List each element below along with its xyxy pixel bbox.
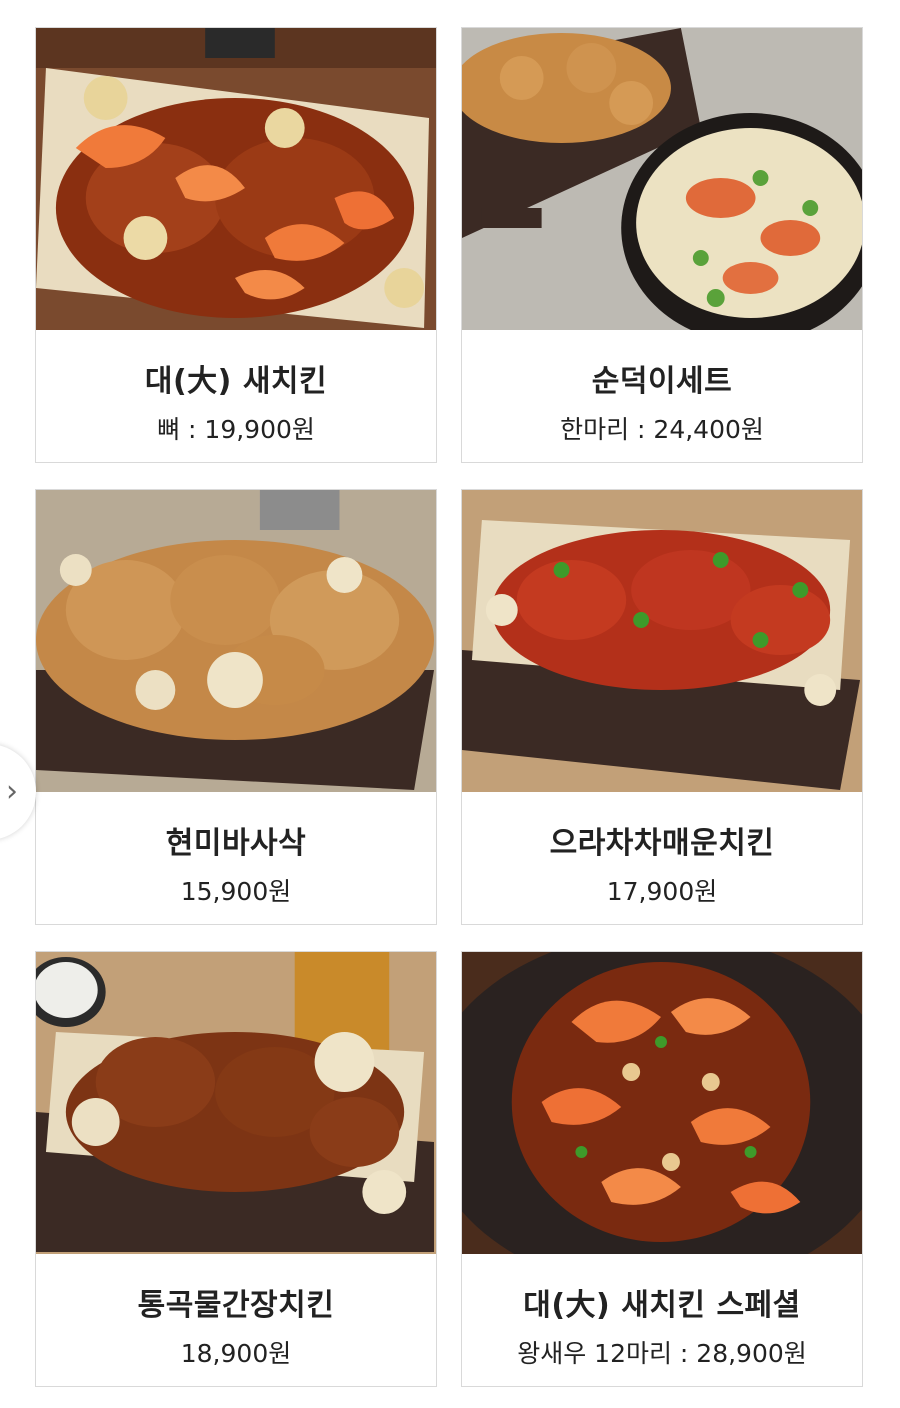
spicy-chicken-box-photo (462, 490, 862, 792)
menu-card[interactable]: 현미바사삭 15,900원 (35, 489, 437, 925)
menu-item-name: 대(大) 새치킨 스페셜 (523, 1288, 801, 1323)
shrimp-chicken-plate-photo (462, 952, 862, 1254)
menu-card[interactable]: 으라차차매운치킨 17,900원 (461, 489, 863, 925)
menu-grid: 대(大) 새치킨 뼈 : 19,900원 순덕이세트 한마리: 24,400원… (0, 0, 900, 1408)
chevron-right-icon: › (6, 774, 18, 809)
menu-item-name: 대(大) 새치킨 (144, 364, 328, 399)
crispy-fried-chicken-box-photo (36, 490, 436, 792)
menu-card-info: 대(大) 새치킨 뼈 : 19,900원 (36, 330, 436, 462)
menu-card[interactable]: 대(大) 새치킨 스페셜 왕새우 12마리 : 28,900원 (461, 951, 863, 1387)
menu-card[interactable]: 통곡물간장치킨 18,900원 (35, 951, 437, 1387)
menu-item-name: 현미바사삭 (165, 826, 307, 861)
chicken-and-cheese-stew-photo (462, 28, 862, 330)
menu-item-name: 으라차차매운치킨 (549, 826, 775, 861)
soy-chicken-box-photo (36, 952, 436, 1254)
menu-item-price: 17,900원 (606, 877, 718, 906)
menu-item-price: 한마리 : 24,400원 (560, 415, 764, 444)
menu-card[interactable]: 순덕이세트 한마리 : 24,400원 (461, 27, 863, 463)
menu-item-name: 통곡물간장치킨 (137, 1288, 335, 1323)
menu-item-price: 왕새우 12마리 : 28,900원 (517, 1339, 807, 1368)
menu-card-info: 순덕이세트 한마리 : 24,400원 (462, 330, 862, 462)
menu-card[interactable]: 대(大) 새치킨 뼈 : 19,900원 (35, 27, 437, 463)
menu-card-info: 통곡물간장치킨 18,900원 (36, 1254, 436, 1386)
menu-item-price: 18,900원 (180, 1339, 292, 1368)
menu-item-price: 15,900원 (180, 877, 292, 906)
menu-item-price: 뼈 : 19,900원 (157, 415, 315, 444)
shrimp-chicken-box-photo (36, 28, 436, 330)
menu-card-info: 으라차차매운치킨 17,900원 (462, 792, 862, 924)
menu-card-info: 대(大) 새치킨 스페셜 왕새우 12마리 : 28,900원 (462, 1254, 862, 1386)
menu-card-info: 현미바사삭 15,900원 (36, 792, 436, 924)
menu-item-name: 순덕이세트 (591, 364, 733, 399)
next-page-button[interactable]: › (0, 744, 36, 840)
